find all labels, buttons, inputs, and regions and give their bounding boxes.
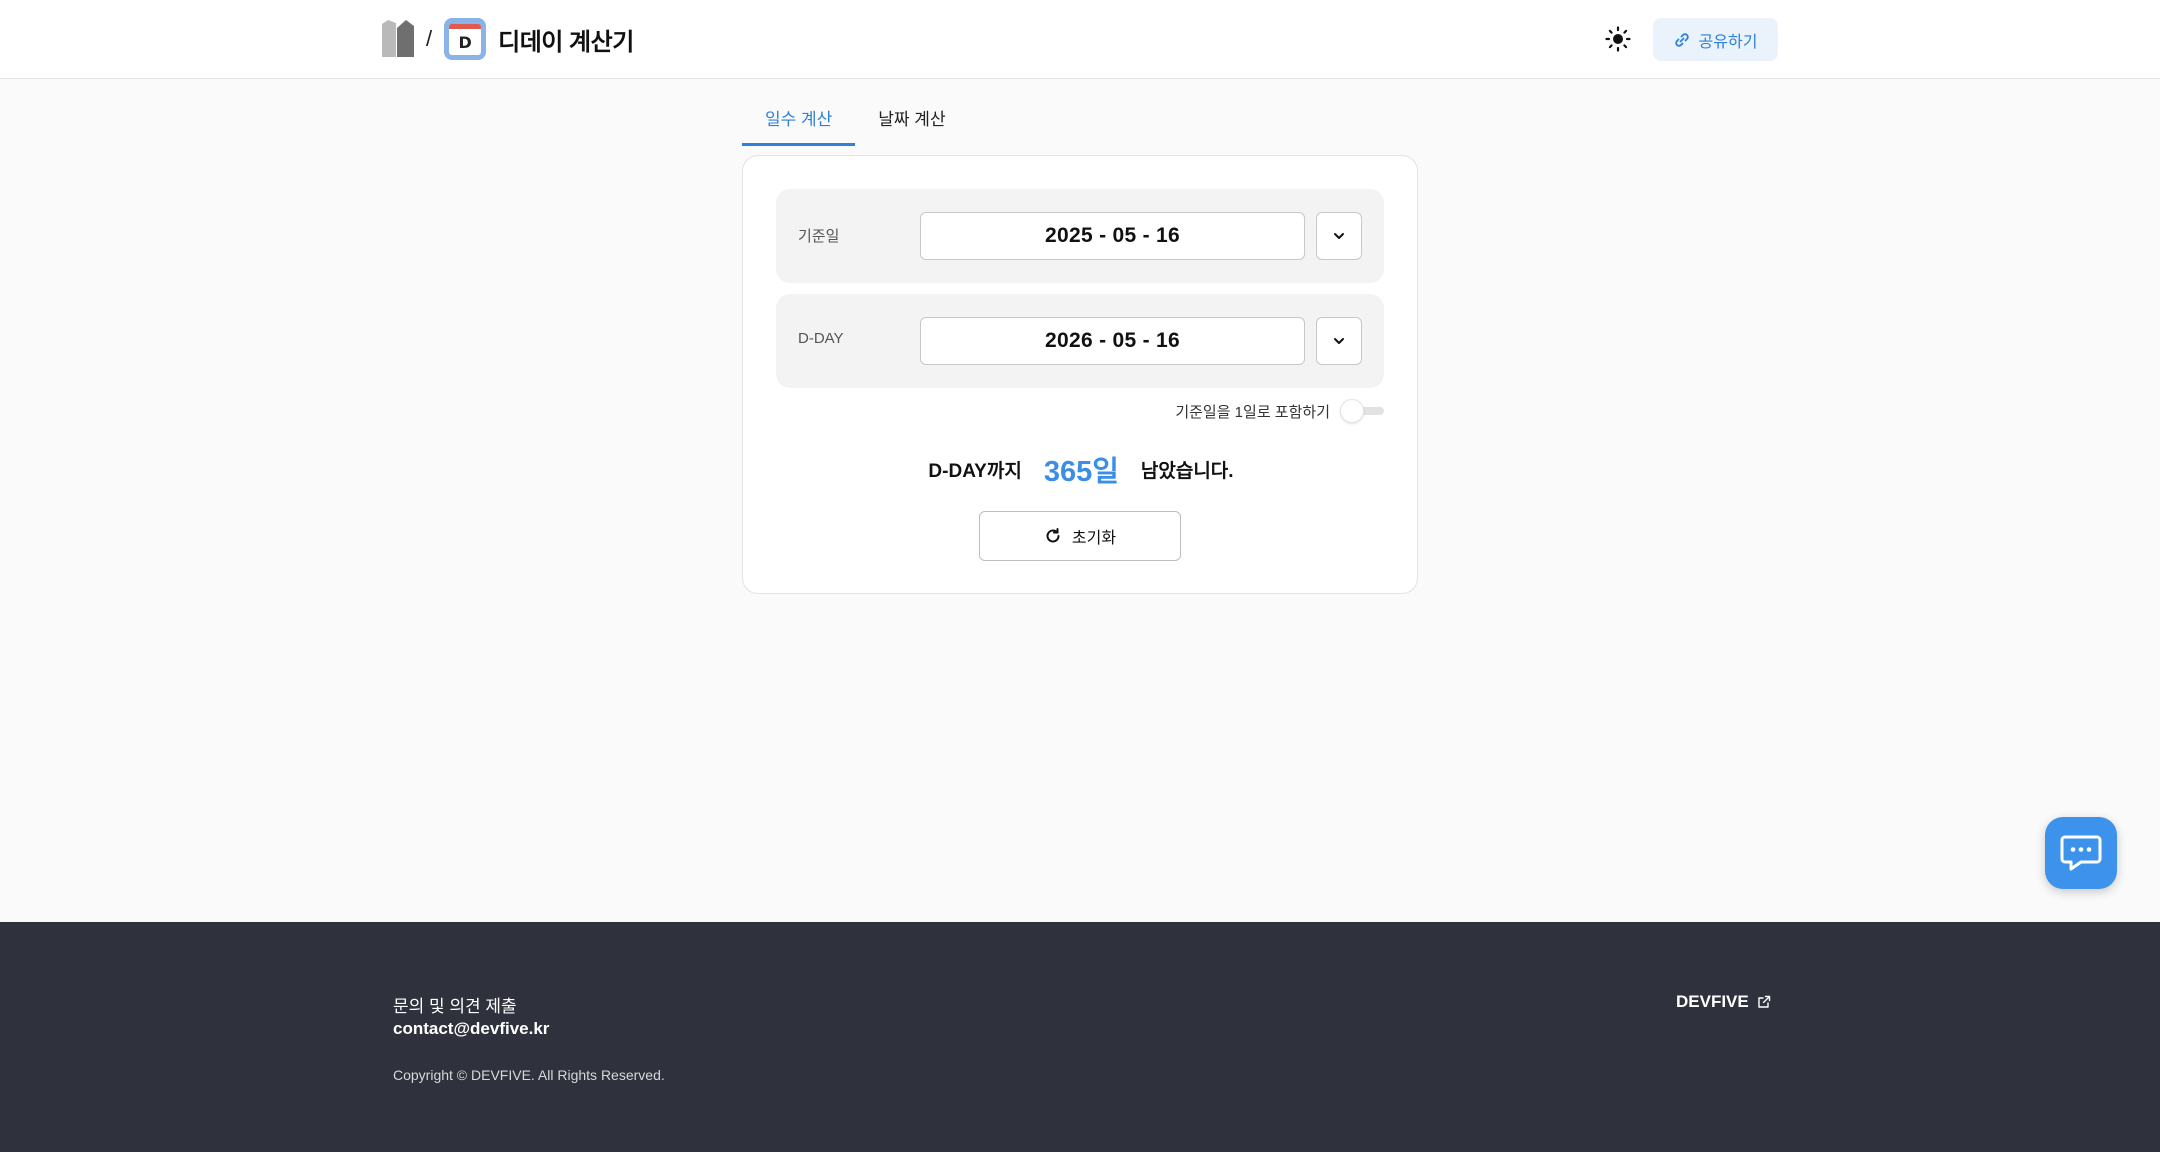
tab-bar: 일수 계산 날짜 계산 [742,95,969,146]
include-base-date-option: 기준일을 1일로 포함하기 [1175,398,1384,424]
calculator-card: 기준일 2025 - 05 - 16 D-DAY 2026 - 05 - 16 … [742,155,1418,594]
chat-support-button[interactable] [2045,817,2117,889]
footer-inquiry-label: 문의 및 의견 제출 [393,997,517,1016]
result-text: D-DAY까지 365일 남았습니다. [743,449,1419,489]
devfive-link[interactable]: DEVFIVE [1676,992,1771,1012]
base-date-label: 기준일 [798,228,840,245]
header: / D 디데이 계산기 공유하기 [0,0,2160,79]
theme-toggle-button[interactable] [1600,24,1636,54]
result-days: 365일 [1043,456,1119,488]
sun-icon [1605,26,1631,52]
reset-label: 초기화 [1071,530,1117,547]
result-prefix: D-DAY까지 [928,460,1022,482]
include-base-date-label: 기준일을 1일로 포함하기 [1175,403,1330,421]
chat-bubble-icon [2060,835,2102,871]
refresh-icon [1046,528,1060,543]
reset-button[interactable]: 초기화 [979,511,1181,561]
include-base-date-toggle[interactable] [1340,398,1384,424]
base-date-input[interactable]: 2025 - 05 - 16 [920,212,1305,260]
dday-date-input[interactable]: 2026 - 05 - 16 [920,317,1305,365]
toggle-knob [1340,399,1364,423]
base-date-row: 기준일 2025 - 05 - 16 [776,189,1384,283]
result-suffix: 남았습니다. [1140,460,1234,482]
external-link-icon [1758,995,1770,1008]
share-button[interactable]: 공유하기 [1653,18,1778,61]
breadcrumb-separator: / [426,26,433,51]
link-icon [1674,32,1689,47]
share-label: 공유하기 [1698,33,1758,51]
devfive-link-label: DEVFIVE [1676,992,1749,1011]
calendar-icon: D [444,18,487,60]
dday-picker-button[interactable] [1316,317,1362,365]
base-date-picker-button[interactable] [1316,212,1362,260]
breadcrumb: / D 디데이 계산기 [382,18,634,60]
devfive-logo[interactable] [382,19,416,59]
dday-row: D-DAY 2026 - 05 - 16 [776,294,1384,388]
chevron-down-icon [1334,338,1344,344]
footer-email-link[interactable]: contact@devfive.kr [393,1019,549,1039]
chevron-down-icon [1334,233,1344,239]
tab-day-count[interactable]: 일수 계산 [742,95,856,146]
dday-label: D-DAY [798,330,844,347]
footer-copyright: Copyright © DEVFIVE. All Rights Reserved… [393,1067,665,1083]
footer: 문의 및 의견 제출 contact@devfive.kr Copyright … [0,922,2160,1152]
page-title: 디데이 계산기 [498,28,634,56]
app-icon-letter: D [449,24,482,55]
tab-date-calc[interactable]: 날짜 계산 [855,95,968,146]
